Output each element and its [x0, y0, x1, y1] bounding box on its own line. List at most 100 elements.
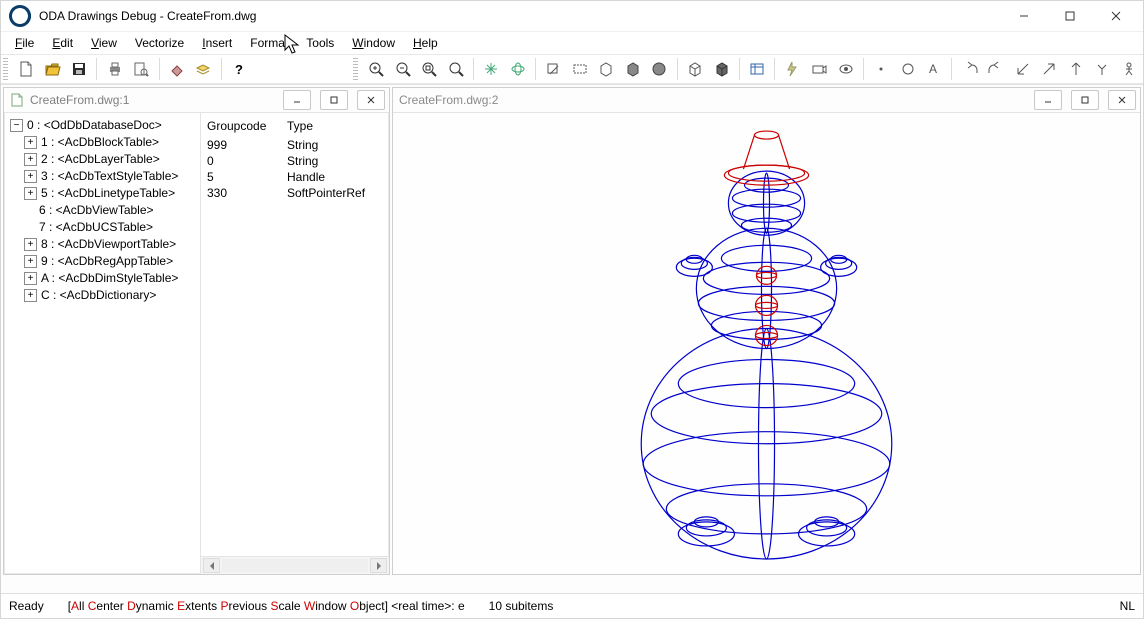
tree-node[interactable]: 8 : <AcDbViewportTable>	[24, 236, 198, 253]
point-button[interactable]	[869, 57, 894, 82]
col-header-groupcode[interactable]: Groupcode	[207, 119, 287, 133]
mdi-close-button[interactable]	[357, 90, 385, 110]
undo-button[interactable]	[957, 57, 982, 82]
expand-toggle-icon[interactable]	[24, 136, 37, 149]
svg-text:A: A	[929, 62, 937, 76]
tree-node-label: 2 : <AcDbLayerTable>	[41, 151, 160, 168]
solid-button[interactable]	[621, 57, 646, 82]
menu-insert[interactable]: Insert	[194, 34, 240, 52]
maximize-button[interactable]	[1047, 1, 1093, 31]
figure-button[interactable]	[1117, 57, 1142, 82]
col-header-type[interactable]: Type	[287, 119, 383, 133]
scroll-right-button[interactable]	[370, 558, 387, 573]
expand-toggle-icon[interactable]	[24, 289, 37, 302]
menu-help[interactable]: Help	[405, 34, 446, 52]
table-row[interactable]: 999String	[207, 137, 383, 153]
tree-node[interactable]: 7 : <AcDbUCSTable>	[24, 219, 198, 236]
orbit-button[interactable]	[506, 57, 531, 82]
menu-edit[interactable]: Edit	[44, 34, 81, 52]
table-row[interactable]: 330SoftPointerRef	[207, 185, 383, 201]
mdi-title-label-2: CreateFrom.dwg:2	[399, 93, 1025, 107]
print-preview-button[interactable]	[129, 57, 154, 82]
expand-toggle-icon[interactable]	[24, 187, 37, 200]
close-button[interactable]	[1093, 1, 1139, 31]
mdi-maximize-button-2[interactable]	[1071, 90, 1099, 110]
menu-vectorize[interactable]: Vectorize	[127, 34, 192, 52]
zoom-in-button[interactable]	[364, 57, 389, 82]
redo-button[interactable]	[984, 57, 1009, 82]
cell-type: Handle	[287, 170, 383, 184]
tree-node[interactable]: C : <AcDbDictionary>	[24, 287, 198, 304]
scrollbar-track[interactable]	[222, 559, 368, 572]
menu-format[interactable]: Format	[242, 34, 296, 52]
wire-box-button[interactable]	[683, 57, 708, 82]
expand-toggle-icon[interactable]	[24, 170, 37, 183]
save-button[interactable]	[67, 57, 92, 82]
tree-node-label: 5 : <AcDbLinetypeTable>	[41, 185, 175, 202]
tree-root[interactable]: 0 : <OdDbDatabaseDoc>	[10, 117, 198, 134]
sphere-button[interactable]	[647, 57, 672, 82]
select-button[interactable]	[568, 57, 593, 82]
mdi-minimize-button-2[interactable]	[1034, 90, 1062, 110]
lightning-button[interactable]	[780, 57, 805, 82]
camera-button[interactable]	[807, 57, 832, 82]
table-row[interactable]: 5Handle	[207, 169, 383, 185]
object-tree[interactable]: 0 : <OdDbDatabaseDoc> 1 : <AcDbBlockTabl…	[4, 113, 201, 574]
mdi-maximize-button[interactable]	[320, 90, 348, 110]
drawing-canvas[interactable]	[393, 113, 1140, 574]
tree-node[interactable]: 2 : <AcDbLayerTable>	[24, 151, 198, 168]
mdi-titlebar-2[interactable]: CreateFrom.dwg:2	[393, 88, 1140, 113]
mdi-window-tree: CreateFrom.dwg:1 0 : <OdDbDatabaseDoc>	[3, 87, 390, 575]
tree-node[interactable]: 3 : <AcDbTextStyleTable>	[24, 168, 198, 185]
tree-node[interactable]: 6 : <AcDbViewTable>	[24, 202, 198, 219]
zoom-window-button[interactable]	[417, 57, 442, 82]
toolbar-grip-2[interactable]	[353, 58, 358, 80]
tree-node[interactable]: 1 : <AcDbBlockTable>	[24, 134, 198, 151]
titlebar: ODA Drawings Debug - CreateFrom.dwg	[1, 1, 1143, 31]
minimize-button[interactable]	[1001, 1, 1047, 31]
new-button[interactable]	[14, 57, 39, 82]
pan-button[interactable]	[479, 57, 504, 82]
arrow-up-button[interactable]	[1064, 57, 1089, 82]
expand-toggle-icon[interactable]	[24, 238, 37, 251]
arrow-dl-button[interactable]	[1011, 57, 1036, 82]
menu-view[interactable]: View	[83, 34, 125, 52]
expand-toggle-icon[interactable]	[24, 272, 37, 285]
mdi-close-button-2[interactable]	[1108, 90, 1136, 110]
circle-button[interactable]	[895, 57, 920, 82]
shaded-box-button[interactable]	[709, 57, 734, 82]
menu-tools[interactable]: Tools	[298, 34, 342, 52]
region-button[interactable]	[541, 57, 566, 82]
help-button[interactable]: ?	[227, 57, 252, 82]
zoom-extents-button[interactable]	[444, 57, 469, 82]
arrow-branch-button[interactable]	[1090, 57, 1115, 82]
arrow-ur-button[interactable]	[1037, 57, 1062, 82]
menu-file[interactable]: File	[7, 34, 42, 52]
text-button[interactable]: A	[922, 57, 947, 82]
mdi-minimize-button[interactable]	[283, 90, 311, 110]
status-subitems: 10 subitems	[489, 599, 554, 613]
fill-tool-button[interactable]	[165, 57, 190, 82]
tree-node[interactable]: 9 : <AcDbRegAppTable>	[24, 253, 198, 270]
zoom-out-button[interactable]	[390, 57, 415, 82]
layers-button[interactable]	[191, 57, 216, 82]
mdi-titlebar[interactable]: CreateFrom.dwg:1	[4, 88, 389, 113]
tree-node-label: A : <AcDbDimStyleTable>	[41, 270, 178, 287]
table-row[interactable]: 0String	[207, 153, 383, 169]
open-button[interactable]	[40, 57, 65, 82]
print-button[interactable]	[102, 57, 127, 82]
horizontal-scrollbar[interactable]	[201, 556, 389, 574]
expand-toggle-icon[interactable]	[10, 119, 23, 132]
menu-window[interactable]: Window	[344, 34, 403, 52]
app-window: ODA Drawings Debug - CreateFrom.dwg File…	[0, 0, 1144, 619]
tree-node[interactable]: 5 : <AcDbLinetypeTable>	[24, 185, 198, 202]
toolbar-grip[interactable]	[3, 58, 8, 80]
mdi-title-label: CreateFrom.dwg:1	[30, 93, 274, 107]
face-button[interactable]	[594, 57, 619, 82]
scroll-left-button[interactable]	[203, 558, 220, 573]
table-view-button[interactable]	[745, 57, 770, 82]
expand-toggle-icon[interactable]	[24, 153, 37, 166]
tree-node[interactable]: A : <AcDbDimStyleTable>	[24, 270, 198, 287]
expand-toggle-icon[interactable]	[24, 255, 37, 268]
eye-button[interactable]	[833, 57, 858, 82]
